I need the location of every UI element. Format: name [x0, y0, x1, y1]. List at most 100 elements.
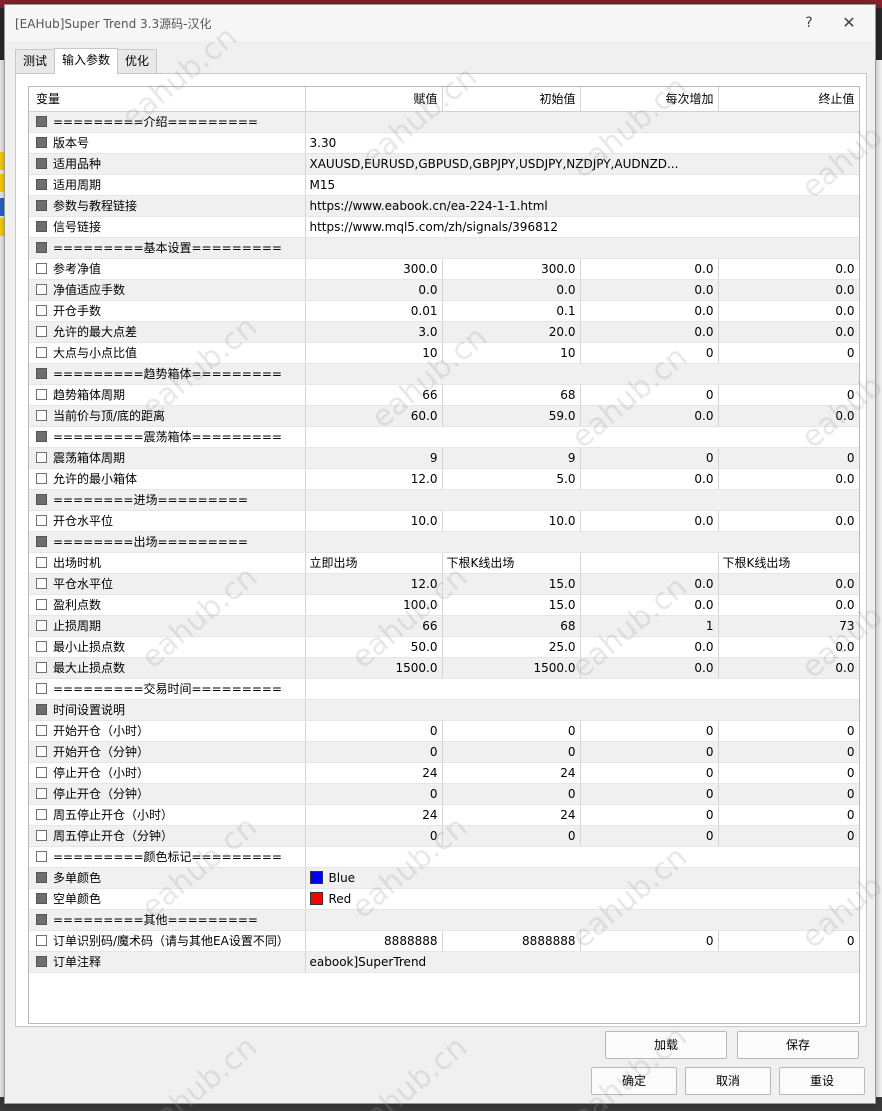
table-row[interactable]: =========趋势箱体========= — [29, 363, 859, 385]
table-row[interactable]: 参数与教程链接 https://www.eabook.cn/ea-224-1-1.… — [29, 195, 859, 217]
table-row[interactable]: 趋势箱体周期 66 68 0 0 — [29, 384, 859, 406]
start-cell[interactable]: 0.0 — [442, 279, 581, 301]
value-cell[interactable]: https://www.mql5.com/zh/signals/396812 — [305, 216, 859, 238]
start-cell[interactable]: 8888888 — [442, 930, 581, 952]
value-cell[interactable]: M15 — [305, 174, 859, 196]
stop-cell[interactable]: 0.0 — [718, 657, 859, 679]
value-cell[interactable]: 立即出场 — [305, 552, 443, 574]
stop-cell[interactable]: 0 — [718, 762, 859, 784]
optimize-checkbox[interactable] — [36, 116, 47, 127]
stop-cell[interactable]: 0.0 — [718, 573, 859, 595]
stop-cell[interactable]: 0.0 — [718, 258, 859, 280]
start-cell[interactable]: 10.0 — [442, 510, 581, 532]
step-cell[interactable]: 0 — [580, 342, 719, 364]
optimize-checkbox[interactable] — [36, 368, 47, 379]
stop-cell[interactable]: 73 — [718, 615, 859, 637]
stop-cell[interactable]: 0 — [718, 930, 859, 952]
value-cell[interactable]: https://www.eabook.cn/ea-224-1-1.html — [305, 195, 859, 217]
reset-button[interactable]: 重设 — [779, 1067, 865, 1095]
stop-cell[interactable]: 0 — [718, 741, 859, 763]
step-cell[interactable]: 0.0 — [580, 279, 719, 301]
step-cell[interactable]: 1 — [580, 615, 719, 637]
stop-cell[interactable]: 0 — [718, 342, 859, 364]
table-row[interactable]: 净值适应手数 0.0 0.0 0.0 0.0 — [29, 279, 859, 301]
value-cell[interactable]: 12.0 — [305, 573, 443, 595]
optimize-checkbox[interactable] — [36, 494, 47, 505]
start-cell[interactable]: 15.0 — [442, 594, 581, 616]
table-row[interactable]: 周五停止开仓（分钟） 0 0 0 0 — [29, 825, 859, 847]
table-row[interactable]: 停止开仓（小时） 24 24 0 0 — [29, 762, 859, 784]
optimize-checkbox[interactable] — [36, 788, 47, 799]
start-cell[interactable]: 1500.0 — [442, 657, 581, 679]
value-cell[interactable]: 300.0 — [305, 258, 443, 280]
start-cell[interactable]: 25.0 — [442, 636, 581, 658]
optimize-checkbox[interactable] — [36, 305, 47, 316]
step-cell[interactable]: 0 — [580, 930, 719, 952]
step-cell[interactable]: 0.0 — [580, 321, 719, 343]
column-header-stop[interactable]: 终止值 — [718, 87, 859, 112]
table-row[interactable]: =========基本设置========= — [29, 237, 859, 259]
table-row[interactable]: 止损周期 66 68 1 73 — [29, 615, 859, 637]
step-cell[interactable]: 0 — [580, 804, 719, 826]
optimize-checkbox[interactable] — [36, 557, 47, 568]
optimize-checkbox[interactable] — [36, 599, 47, 610]
color-swatch-icon[interactable] — [309, 870, 323, 884]
table-row[interactable]: 空单颜色 Red — [29, 888, 859, 910]
table-row[interactable]: 开始开仓（分钟） 0 0 0 0 — [29, 741, 859, 763]
value-cell[interactable]: 10.0 — [305, 510, 443, 532]
start-cell[interactable]: 0.1 — [442, 300, 581, 322]
optimize-checkbox[interactable] — [36, 809, 47, 820]
step-cell[interactable]: 0 — [580, 384, 719, 406]
table-row[interactable]: 多单颜色 Blue — [29, 867, 859, 889]
table-row[interactable]: 订单识别码/魔术码（请与其他EA设置不同） 8888888 8888888 0 0 — [29, 930, 859, 952]
start-cell[interactable]: 9 — [442, 447, 581, 469]
table-row[interactable]: 开仓手数 0.01 0.1 0.0 0.0 — [29, 300, 859, 322]
optimize-checkbox[interactable] — [36, 221, 47, 232]
table-row[interactable]: 适用周期 M15 — [29, 174, 859, 196]
start-cell[interactable]: 68 — [442, 615, 581, 637]
value-cell[interactable]: 100.0 — [305, 594, 443, 616]
table-row[interactable]: 盈利点数 100.0 15.0 0.0 0.0 — [29, 594, 859, 616]
optimize-checkbox[interactable] — [36, 746, 47, 757]
step-cell[interactable] — [580, 552, 719, 574]
value-cell[interactable]: 0 — [305, 720, 443, 742]
color-swatch-icon[interactable] — [309, 891, 323, 905]
optimize-checkbox[interactable] — [36, 704, 47, 715]
start-cell[interactable]: 24 — [442, 762, 581, 784]
column-header-variable[interactable]: 变量 — [29, 87, 306, 112]
step-cell[interactable]: 0.0 — [580, 573, 719, 595]
table-row[interactable]: 允许的最小箱体 12.0 5.0 0.0 0.0 — [29, 468, 859, 490]
optimize-checkbox[interactable] — [36, 956, 47, 967]
table-row[interactable]: 出场时机 立即出场 下根K线出场 下根K线出场 — [29, 552, 859, 574]
table-row[interactable]: 大点与小点比值 10 10 0 0 — [29, 342, 859, 364]
step-cell[interactable]: 0.0 — [580, 300, 719, 322]
start-cell[interactable]: 0 — [442, 741, 581, 763]
step-cell[interactable]: 0 — [580, 783, 719, 805]
start-cell[interactable]: 300.0 — [442, 258, 581, 280]
stop-cell[interactable]: 0 — [718, 720, 859, 742]
optimize-checkbox[interactable] — [36, 179, 47, 190]
value-cell[interactable]: 24 — [305, 804, 443, 826]
stop-cell[interactable]: 0.0 — [718, 594, 859, 616]
start-cell[interactable]: 0 — [442, 783, 581, 805]
value-cell[interactable]: 10 — [305, 342, 443, 364]
table-row[interactable]: 停止开仓（分钟） 0 0 0 0 — [29, 783, 859, 805]
step-cell[interactable]: 0 — [580, 741, 719, 763]
optimize-checkbox[interactable] — [36, 578, 47, 589]
step-cell[interactable]: 0.0 — [580, 510, 719, 532]
value-cell[interactable]: 24 — [305, 762, 443, 784]
save-button[interactable]: 保存 — [737, 1031, 859, 1059]
step-cell[interactable]: 0.0 — [580, 405, 719, 427]
step-cell[interactable]: 0.0 — [580, 636, 719, 658]
table-row[interactable]: 震荡箱体周期 9 9 0 0 — [29, 447, 859, 469]
optimize-checkbox[interactable] — [36, 326, 47, 337]
optimize-checkbox[interactable] — [36, 431, 47, 442]
step-cell[interactable]: 0 — [580, 447, 719, 469]
value-cell[interactable]: 0 — [305, 783, 443, 805]
optimize-checkbox[interactable] — [36, 935, 47, 946]
optimize-checkbox[interactable] — [36, 620, 47, 631]
stop-cell[interactable]: 0.0 — [718, 636, 859, 658]
column-header-step[interactable]: 每次增加 — [580, 87, 719, 112]
value-cell[interactable]: 0.0 — [305, 279, 443, 301]
stop-cell[interactable]: 0 — [718, 825, 859, 847]
